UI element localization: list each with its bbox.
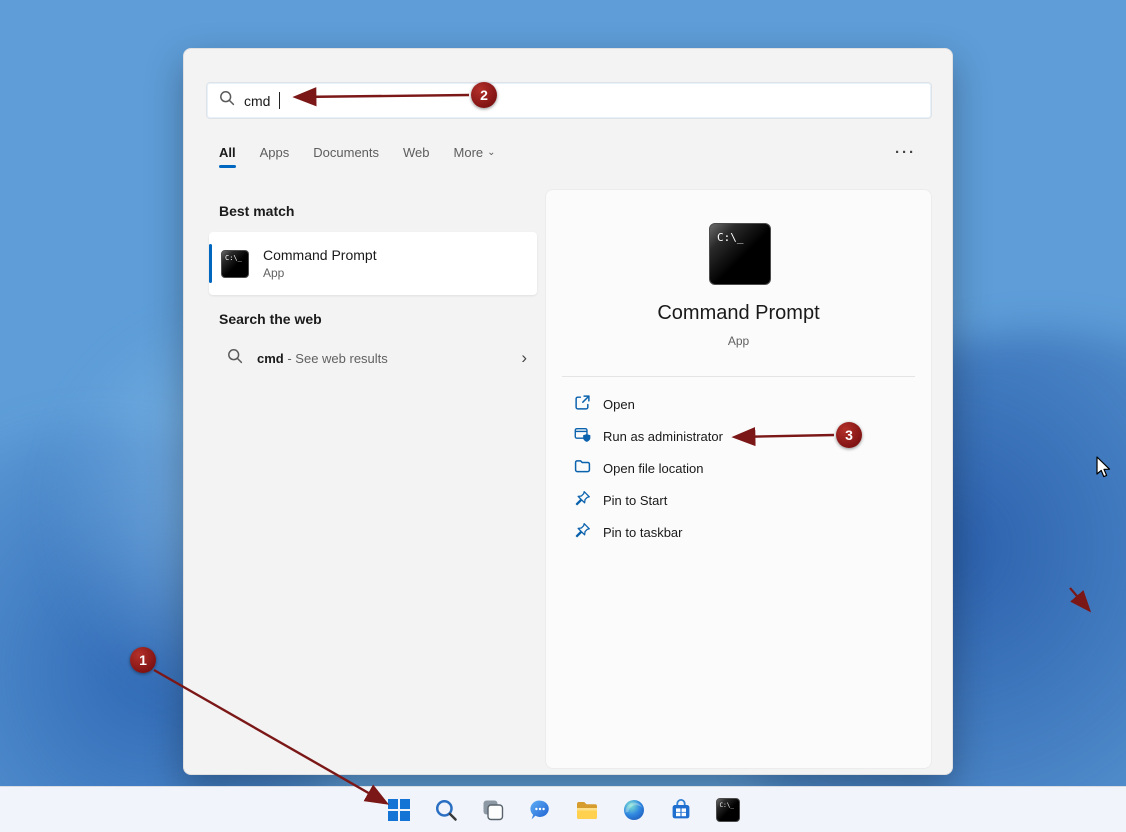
pin-to-start-action[interactable]: Pin to Start: [546, 484, 931, 516]
annotation-step-3: 3: [836, 422, 862, 448]
best-match-heading: Best match: [219, 203, 295, 219]
chevron-right-icon[interactable]: ›: [521, 348, 527, 368]
result-title: Command Prompt: [263, 247, 377, 263]
search-input[interactable]: cmd: [206, 82, 932, 119]
search-icon: [219, 90, 235, 111]
chevron-down-icon: ⌄: [487, 147, 496, 158]
run-as-admin-icon: [574, 426, 591, 446]
selection-accent-bar: [209, 244, 212, 283]
tab-all[interactable]: All: [219, 145, 236, 168]
text-caret: [279, 92, 281, 109]
mouse-cursor: [1096, 456, 1111, 478]
chat-icon[interactable]: [527, 797, 553, 823]
pin-icon: [574, 490, 591, 510]
context-actions: Open Run as administrator Open file loca…: [546, 388, 931, 548]
web-query: cmd: [257, 350, 284, 366]
tab-documents[interactable]: Documents: [313, 145, 379, 168]
tab-apps[interactable]: Apps: [260, 145, 290, 168]
taskbar: C:\_: [0, 786, 1126, 832]
task-view-icon[interactable]: [480, 797, 506, 823]
preview-title: Command Prompt: [657, 302, 820, 324]
tab-web[interactable]: Web: [403, 145, 430, 168]
open-action[interactable]: Open: [546, 388, 931, 420]
terminal-icon[interactable]: C:\_: [715, 797, 741, 823]
start-button[interactable]: [386, 797, 412, 823]
folder-icon: [574, 458, 591, 478]
result-subtitle: App: [263, 266, 285, 280]
command-prompt-icon: C:\_: [709, 223, 771, 285]
best-match-result[interactable]: C:\_ Command Prompt App: [209, 232, 537, 295]
pin-to-taskbar-action[interactable]: Pin to taskbar: [546, 516, 931, 548]
taskbar-search-icon[interactable]: [433, 797, 459, 823]
search-web-heading: Search the web: [219, 311, 322, 327]
file-explorer-icon[interactable]: [574, 797, 600, 823]
tab-more[interactable]: More ⌄: [454, 145, 496, 168]
command-prompt-icon: C:\_: [221, 249, 249, 278]
store-icon[interactable]: [668, 797, 694, 823]
run-as-admin-action[interactable]: Run as administrator: [546, 420, 931, 452]
pin-icon: [574, 522, 591, 542]
search-query-text: cmd: [244, 92, 271, 109]
open-file-location-action[interactable]: Open file location: [546, 452, 931, 484]
search-filter-tabs: All Apps Documents Web More ⌄: [219, 145, 496, 168]
more-options-button[interactable]: ···: [895, 144, 916, 161]
desktop: cmd All Apps Documents Web More ⌄ ··· Bes…: [0, 0, 1126, 832]
search-icon: [227, 348, 243, 369]
search-flyout: cmd All Apps Documents Web More ⌄ ··· Bes…: [183, 48, 953, 775]
edge-icon[interactable]: [621, 797, 647, 823]
preview-subtitle: App: [727, 334, 750, 348]
annotation-step-1: 1: [130, 647, 156, 673]
annotation-step-2: 2: [471, 82, 497, 108]
divider: [562, 376, 915, 377]
open-icon: [574, 394, 591, 414]
web-suffix: - See web results: [283, 350, 388, 366]
preview-pane: C:\_ Command Prompt App Open Run as admi…: [545, 189, 932, 769]
web-search-result[interactable]: cmd - See web results ›: [209, 337, 537, 379]
